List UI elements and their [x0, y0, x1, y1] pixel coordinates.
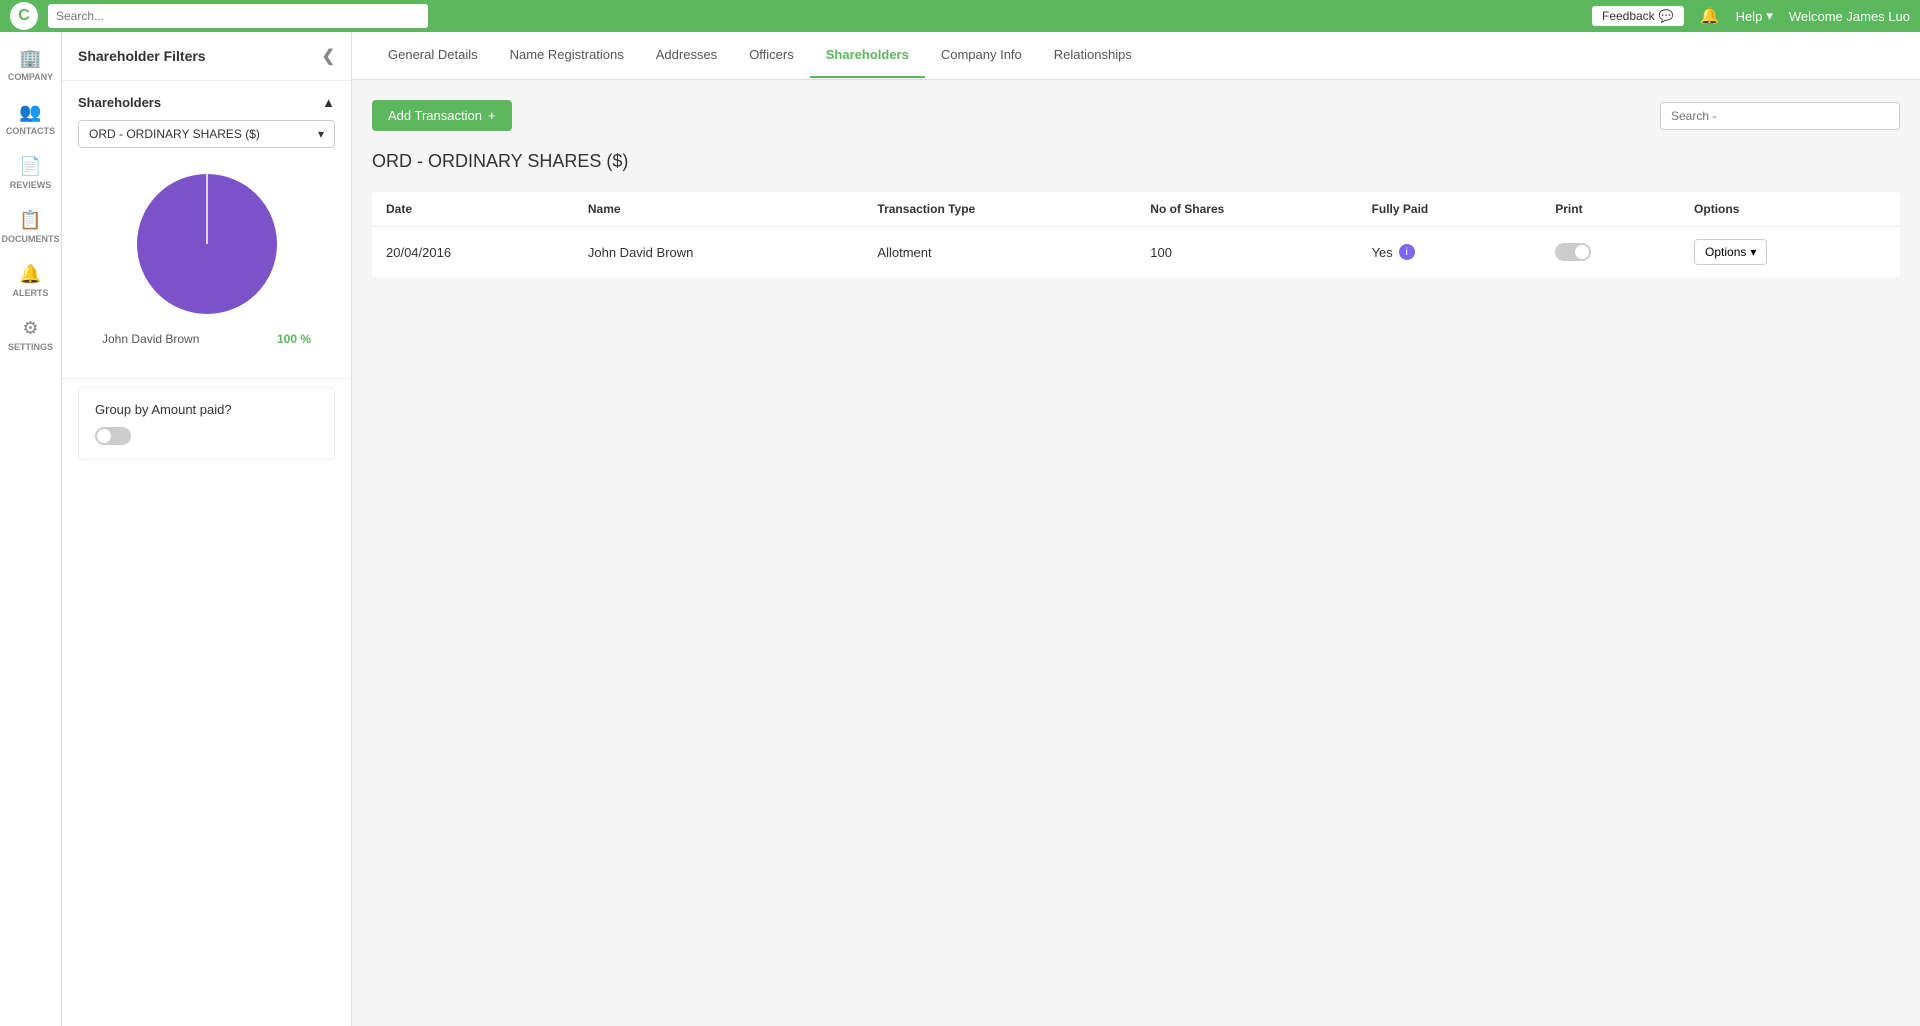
- action-bar: Add Transaction +: [372, 100, 1900, 131]
- cell-no-of-shares: 100: [1136, 227, 1357, 278]
- company-icon: 🏢: [19, 48, 41, 69]
- content-body: Add Transaction + ORD - ORDINARY SHARES …: [352, 80, 1920, 1026]
- pie-chart: [127, 164, 287, 324]
- help-menu[interactable]: Help ▾: [1736, 8, 1773, 24]
- fully-paid-info-icon[interactable]: i: [1399, 244, 1415, 260]
- cell-fully-paid: Yes i: [1358, 227, 1542, 278]
- filter-panel-title: Shareholder Filters: [78, 48, 206, 64]
- topbar: C Feedback 💬 🔔 Help ▾ Welcome James Luo: [0, 0, 1920, 32]
- col-header-fully-paid: Fully Paid: [1358, 192, 1542, 227]
- shareholders-table: Date Name Transaction Type No of Shares …: [372, 192, 1900, 278]
- main-layout: 🏢 COMPANY 👥 CONTACTS 📄 REVIEWS 📋 DOCUMEN…: [0, 32, 1920, 1026]
- welcome-text: Welcome James Luo: [1789, 9, 1910, 24]
- add-transaction-label: Add Transaction: [388, 108, 482, 123]
- filter-panel: Shareholder Filters ❮ Shareholders ▲ ORD…: [62, 32, 352, 1026]
- alerts-icon: 🔔: [19, 264, 41, 285]
- feedback-button[interactable]: Feedback 💬: [1592, 6, 1684, 26]
- settings-icon: ⚙: [22, 318, 38, 339]
- sidebar-label-contacts: CONTACTS: [6, 126, 55, 136]
- table-header: Date Name Transaction Type No of Shares …: [372, 192, 1900, 227]
- sidebar-item-alerts[interactable]: 🔔 ALERTS: [0, 256, 61, 306]
- feedback-label: Feedback: [1602, 9, 1655, 23]
- sidebar: 🏢 COMPANY 👥 CONTACTS 📄 REVIEWS 📋 DOCUMEN…: [0, 32, 62, 1026]
- contacts-icon: 👥: [19, 102, 41, 123]
- sidebar-label-reviews: REVIEWS: [10, 180, 52, 190]
- group-by-label: Group by Amount paid?: [95, 402, 318, 417]
- pie-legend-name: John David Brown: [102, 332, 199, 346]
- shareholders-filter-collapse-icon[interactable]: ▲: [322, 95, 335, 110]
- col-header-transaction-type: Transaction Type: [863, 192, 1136, 227]
- sidebar-label-alerts: ALERTS: [13, 288, 49, 298]
- share-class-title: ORD - ORDINARY SHARES ($): [372, 151, 1900, 172]
- cell-transaction-type: Allotment: [863, 227, 1136, 278]
- global-search-input[interactable]: [48, 4, 428, 28]
- table-row: 20/04/2016 John David Brown Allotment 10…: [372, 227, 1900, 278]
- sidebar-label-company: COMPANY: [8, 72, 53, 82]
- notifications-bell-icon[interactable]: 🔔: [1700, 6, 1720, 26]
- pie-legend: John David Brown 100 %: [94, 332, 319, 346]
- col-header-no-of-shares: No of Shares: [1136, 192, 1357, 227]
- shareholders-filter-label: Shareholders: [78, 95, 161, 110]
- table-body: 20/04/2016 John David Brown Allotment 10…: [372, 227, 1900, 278]
- options-button[interactable]: Options ▾: [1694, 239, 1767, 265]
- tab-general-details[interactable]: General Details: [372, 33, 494, 78]
- sidebar-item-documents[interactable]: 📋 DOCUMENTS: [0, 202, 61, 252]
- col-header-name: Name: [574, 192, 864, 227]
- cell-print: [1541, 227, 1680, 278]
- options-button-label: Options: [1705, 245, 1746, 259]
- pie-chart-container: John David Brown 100 %: [78, 148, 335, 362]
- options-chevron-icon: ▾: [1750, 245, 1756, 259]
- cell-options: Options ▾: [1680, 227, 1900, 278]
- filter-panel-collapse-icon[interactable]: ❮: [322, 46, 335, 66]
- logo-icon: C: [10, 2, 38, 30]
- reviews-icon: 📄: [19, 156, 41, 177]
- print-toggle[interactable]: [1555, 243, 1591, 261]
- share-class-dropdown-value: ORD - ORDINARY SHARES ($): [89, 127, 260, 141]
- pie-legend-percent: 100 %: [277, 332, 311, 346]
- col-header-print: Print: [1541, 192, 1680, 227]
- share-class-dropdown-arrow-icon: ▾: [318, 127, 324, 141]
- tab-officers[interactable]: Officers: [733, 33, 810, 78]
- sidebar-item-company[interactable]: 🏢 COMPANY: [0, 40, 61, 90]
- fully-paid-cell: Yes i: [1372, 244, 1528, 260]
- tab-company-info[interactable]: Company Info: [925, 33, 1038, 78]
- topbar-right: Feedback 💬 🔔 Help ▾ Welcome James Luo: [1592, 6, 1910, 26]
- shareholders-filter-header: Shareholders ▲: [78, 95, 335, 110]
- documents-icon: 📋: [19, 210, 41, 231]
- add-transaction-plus-icon: +: [488, 108, 496, 123]
- col-header-date: Date: [372, 192, 574, 227]
- sidebar-item-contacts[interactable]: 👥 CONTACTS: [0, 94, 61, 144]
- shareholders-filter-section: Shareholders ▲ ORD - ORDINARY SHARES ($)…: [62, 81, 351, 376]
- group-by-toggle[interactable]: [95, 427, 131, 445]
- cell-name: John David Brown: [574, 227, 864, 278]
- sidebar-label-documents: DOCUMENTS: [2, 234, 60, 244]
- tab-addresses[interactable]: Addresses: [640, 33, 733, 78]
- help-label: Help: [1736, 9, 1763, 24]
- sidebar-label-settings: SETTINGS: [8, 342, 53, 352]
- share-class-dropdown[interactable]: ORD - ORDINARY SHARES ($) ▾: [78, 120, 335, 148]
- tabs-bar: General Details Name Registrations Addre…: [352, 32, 1920, 80]
- tab-relationships[interactable]: Relationships: [1038, 33, 1148, 78]
- group-by-section: Group by Amount paid?: [78, 387, 335, 460]
- filter-panel-header: Shareholder Filters ❮: [62, 32, 351, 81]
- content-area: General Details Name Registrations Addre…: [352, 32, 1920, 1026]
- help-chevron-icon: ▾: [1766, 8, 1773, 24]
- sidebar-item-settings[interactable]: ⚙ SETTINGS: [0, 310, 61, 360]
- tab-shareholders[interactable]: Shareholders: [810, 33, 925, 78]
- fully-paid-value: Yes: [1372, 245, 1393, 260]
- add-transaction-button[interactable]: Add Transaction +: [372, 100, 512, 131]
- cell-date: 20/04/2016: [372, 227, 574, 278]
- sidebar-item-reviews[interactable]: 📄 REVIEWS: [0, 148, 61, 198]
- feedback-chat-icon: 💬: [1659, 9, 1674, 23]
- col-header-options: Options: [1680, 192, 1900, 227]
- tab-name-registrations[interactable]: Name Registrations: [494, 33, 640, 78]
- shareholders-search-input[interactable]: [1660, 102, 1900, 130]
